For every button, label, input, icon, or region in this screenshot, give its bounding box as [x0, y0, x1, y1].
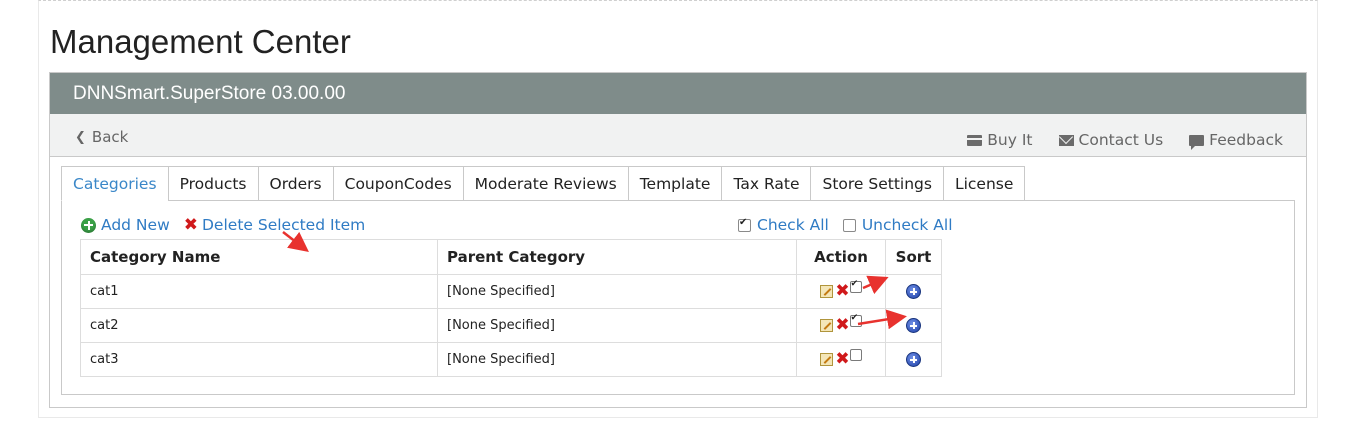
parent-category-cell: [None Specified] [437, 274, 797, 309]
category-actions: Add New ✖ Delete Selected Item [81, 216, 379, 234]
tab-categories[interactable]: Categories [61, 166, 168, 201]
tab-template[interactable]: Template [627, 166, 722, 201]
table-row: cat2 [None Specified] ✖ [80, 308, 942, 343]
action-cell: ✖ [796, 342, 886, 377]
back-link[interactable]: ❮ Back [75, 128, 128, 146]
buy-it-label: Buy It [987, 131, 1033, 149]
tab-license[interactable]: License [942, 166, 1026, 201]
comment-icon [1189, 134, 1205, 150]
feedback-label: Feedback [1209, 131, 1283, 149]
sort-cell [885, 274, 942, 309]
tab-products[interactable]: Products [167, 166, 258, 201]
delete-x-icon: ✖ [183, 214, 198, 235]
check-all-link[interactable]: Check All [738, 216, 829, 234]
panel-header: DNNSmart.SuperStore 03.00.00 [50, 73, 1306, 114]
parent-category-cell: [None Specified] [437, 308, 797, 343]
tab-couponcodes[interactable]: CouponCodes [332, 166, 463, 201]
checked-box-icon [738, 217, 751, 232]
sort-add-icon[interactable] [906, 318, 921, 333]
category-name-cell: cat3 [80, 342, 438, 377]
sort-cell [885, 308, 942, 343]
credit-card-icon [967, 134, 983, 146]
tab-orders[interactable]: Orders [257, 166, 333, 201]
buy-it-link[interactable]: Buy It [967, 131, 1033, 149]
delete-selected-label: Delete Selected Item [202, 216, 366, 234]
sort-add-icon[interactable] [906, 352, 921, 367]
contact-us-label: Contact Us [1078, 131, 1164, 149]
delete-x-icon[interactable]: ✖ [835, 283, 849, 300]
unchecked-box-icon [842, 218, 856, 232]
row-select-checkbox[interactable] [849, 313, 862, 327]
parent-category-cell: [None Specified] [437, 342, 797, 377]
feedback-link[interactable]: Feedback [1189, 131, 1283, 150]
delete-selected-link[interactable]: ✖ Delete Selected Item [184, 216, 366, 234]
sort-add-icon[interactable] [906, 284, 921, 299]
chevron-left-icon: ❮ [75, 129, 86, 145]
header-category-name: Category Name [80, 239, 438, 275]
header-parent-category: Parent Category [437, 239, 797, 275]
uncheck-all-link[interactable]: Uncheck All [842, 216, 953, 234]
category-name-cell: cat2 [80, 308, 438, 343]
table-row: cat3 [None Specified] ✖ [80, 342, 942, 377]
category-name-cell: cat1 [80, 274, 438, 309]
uncheck-all-label: Uncheck All [861, 216, 953, 234]
add-new-label: Add New [101, 216, 170, 234]
tab-bar: Categories Products Orders CouponCodes M… [61, 166, 1026, 201]
add-new-link[interactable]: Add New [81, 216, 170, 234]
toolbar-links: Buy It Contact Us Feedback [967, 131, 1283, 150]
envelope-icon [1058, 134, 1074, 146]
module-version-title: DNNSmart.SuperStore 03.00.00 [73, 83, 346, 104]
edit-pencil-icon[interactable] [820, 353, 834, 366]
tab-tax-rate[interactable]: Tax Rate [721, 166, 811, 201]
contact-us-link[interactable]: Contact Us [1058, 131, 1164, 149]
table-row: cat1 [None Specified] ✖ [80, 274, 942, 309]
action-cell: ✖ [796, 274, 886, 309]
categories-table: Category Name Parent Category Action Sor… [80, 239, 942, 377]
tab-moderate-reviews[interactable]: Moderate Reviews [462, 166, 628, 201]
tab-store-settings[interactable]: Store Settings [810, 166, 943, 201]
edit-pencil-icon[interactable] [820, 319, 834, 332]
header-action: Action [796, 239, 886, 275]
edit-pencil-icon[interactable] [820, 285, 834, 298]
sort-cell [885, 342, 942, 377]
delete-x-icon[interactable]: ✖ [835, 351, 849, 368]
check-all-label: Check All [757, 216, 829, 234]
action-cell: ✖ [796, 308, 886, 343]
check-actions: Check All Uncheck All [738, 216, 967, 234]
header-sort: Sort [885, 239, 942, 275]
module-toolbar: ❮ Back Buy It Contact Us Feedback [50, 114, 1306, 157]
back-label: Back [91, 128, 129, 146]
add-circle-icon [81, 217, 96, 233]
row-select-checkbox[interactable] [849, 279, 862, 293]
table-header-row: Category Name Parent Category Action Sor… [80, 239, 942, 275]
page-title: Management Center [50, 23, 351, 60]
delete-x-icon[interactable]: ✖ [835, 317, 849, 334]
row-select-checkbox[interactable] [849, 349, 862, 361]
